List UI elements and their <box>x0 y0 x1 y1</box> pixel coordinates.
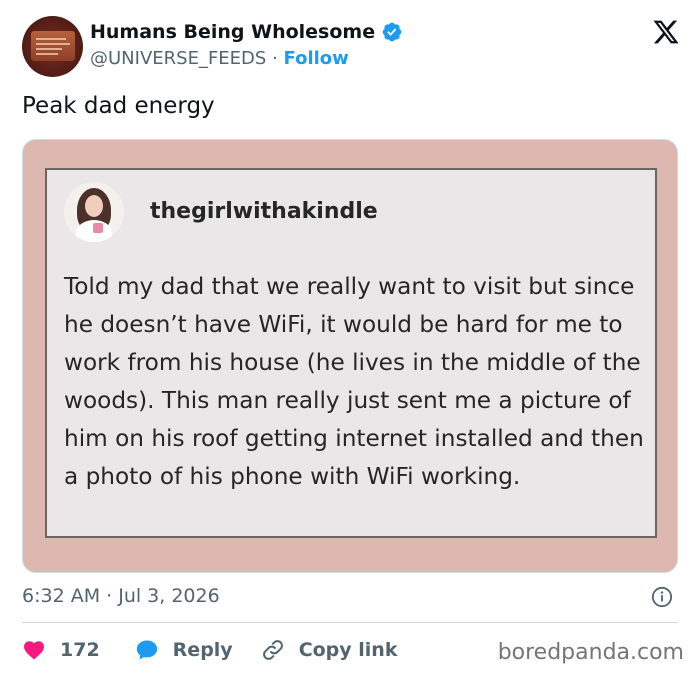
author-handle[interactable]: @UNIVERSE_FEEDS <box>90 48 266 69</box>
follow-button[interactable]: Follow <box>284 48 349 69</box>
author-handle-row: @UNIVERSE_FEEDS · Follow <box>90 48 349 69</box>
verified-badge-icon <box>382 22 402 42</box>
copy-link-button[interactable]: Copy link <box>261 638 398 662</box>
tweet-text: Peak dad energy <box>22 93 215 119</box>
reply-button[interactable]: Reply <box>135 638 233 662</box>
copy-link-label: Copy link <box>298 639 398 661</box>
embedded-post-body: Told my dad that we really want to visit… <box>64 273 644 490</box>
plaque-avatar-image <box>31 31 75 61</box>
divider <box>22 622 678 623</box>
like-button[interactable]: 172 <box>22 638 100 662</box>
author-name-row: Humans Being Wholesome <box>90 21 403 43</box>
author-avatar[interactable] <box>22 16 83 77</box>
tweet-timestamp[interactable]: 6:32 AM · Jul 3, 2026 <box>22 585 220 607</box>
author-display-name[interactable]: Humans Being Wholesome <box>90 21 375 43</box>
x-logo-icon[interactable] <box>652 18 680 46</box>
action-bar: 172 Reply Copy link <box>22 635 397 665</box>
embedded-post-card: thegirlwithakindle Told my dad that we r… <box>45 168 657 538</box>
reply-bubble-icon <box>136 640 157 660</box>
heart-icon <box>24 641 44 660</box>
handle-separator: · <box>272 48 278 69</box>
like-count: 172 <box>60 639 100 661</box>
link-icon <box>262 640 283 660</box>
info-icon[interactable] <box>651 586 673 608</box>
reply-label: Reply <box>172 639 233 661</box>
embedded-username: thegirlwithakindle <box>150 199 378 224</box>
tweet-media[interactable]: thegirlwithakindle Told my dad that we r… <box>22 139 678 573</box>
profile-photo <box>64 182 124 242</box>
tweet-header: Humans Being Wholesome @UNIVERSE_FEEDS ·… <box>22 16 682 80</box>
watermark: boredpanda.com <box>497 640 684 665</box>
